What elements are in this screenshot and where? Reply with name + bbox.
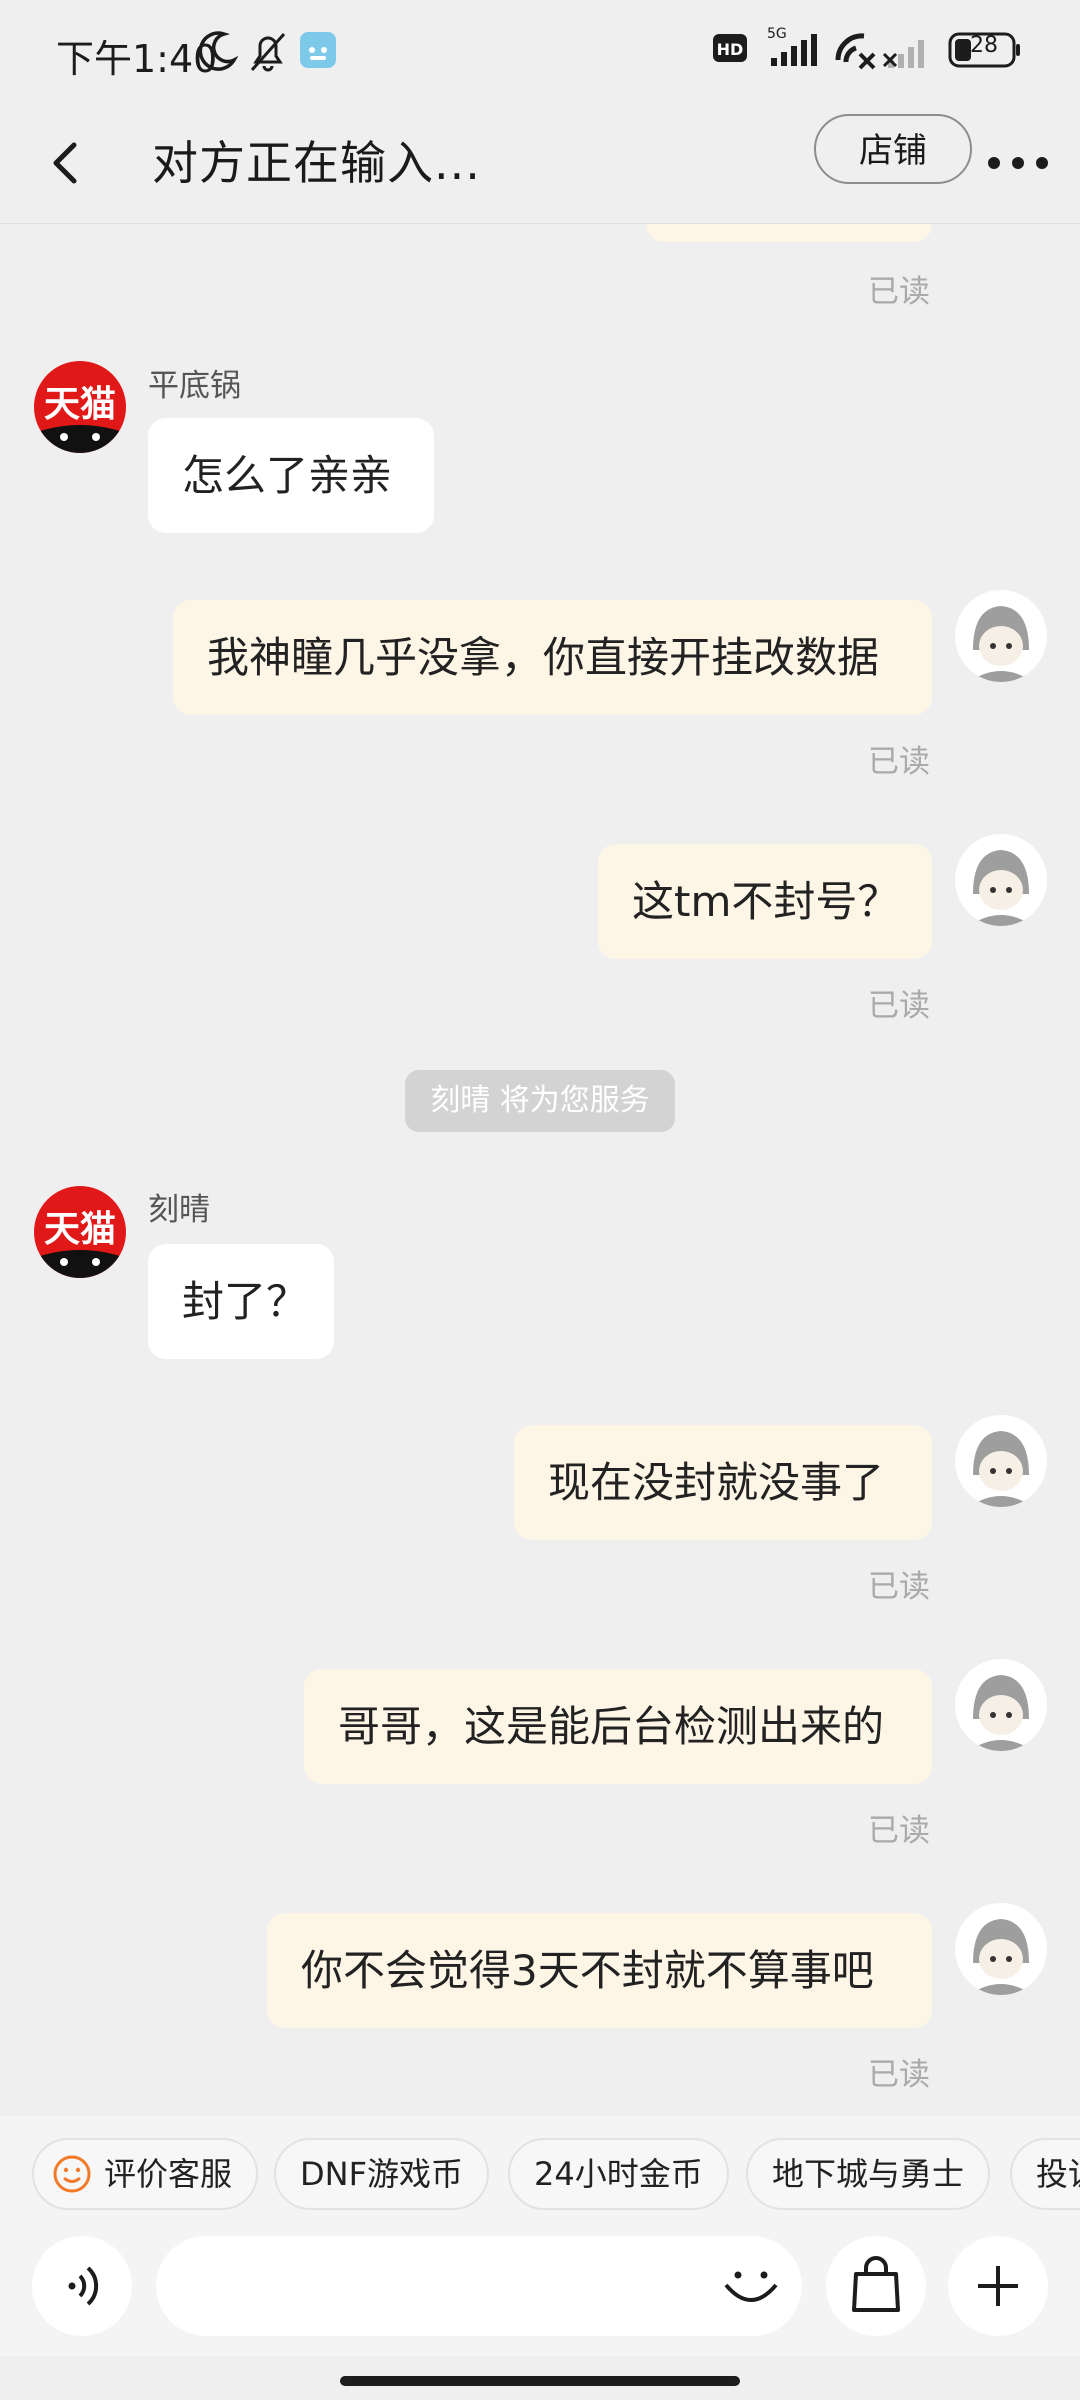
read-receipt: 已读 <box>868 1569 930 1605</box>
app-notification-icon <box>298 30 338 74</box>
voice-button[interactable] <box>32 2236 132 2336</box>
page-title: 对方正在输入... <box>152 136 481 190</box>
chip-dnf[interactable]: 地下城与勇士 <box>746 2138 991 2210</box>
read-receipt: 已读 <box>868 274 930 310</box>
chip-label: DNF游戏币 <box>300 2155 463 2193</box>
shopping-bag-button[interactable] <box>826 2236 926 2336</box>
chip-24h-gold[interactable]: 24小时金币 <box>508 2138 729 2210</box>
message-input[interactable] <box>156 2236 802 2336</box>
more-button[interactable] <box>978 123 1058 203</box>
signal-5g-icon: 5G <box>757 24 827 74</box>
back-button[interactable] <box>40 123 120 203</box>
add-button[interactable] <box>948 2236 1048 2336</box>
hd-icon: HD <box>712 30 748 70</box>
message-bubble[interactable]: 我神瞳几乎没拿，你直接开挂改数据 <box>173 600 932 715</box>
tmall-avatar[interactable]: 天猫 <box>34 361 126 453</box>
message-bubble[interactable]: 这tm不封号？ <box>598 844 932 959</box>
home-indicator[interactable] <box>340 2376 740 2386</box>
read-receipt: 已读 <box>868 744 930 780</box>
message-bubble-partial <box>646 224 932 242</box>
more-icon <box>988 157 1048 169</box>
moon-icon <box>198 30 239 78</box>
battery-icon: 28 <box>948 30 1022 74</box>
status-bar: 下午1:40 HD 5G 28 <box>0 0 1080 105</box>
read-receipt: 已读 <box>868 988 930 1024</box>
chevron-left-icon <box>53 142 77 184</box>
voice-icon <box>68 2266 99 2306</box>
chip-dnf-coin[interactable]: DNF游戏币 <box>274 2138 489 2210</box>
chat-area[interactable]: 已读 天猫 平底锅 怎么了亲亲 我神瞳几乎没拿，你直接开挂改数据 已读 这tm不… <box>0 224 1080 2116</box>
read-receipt: 已读 <box>868 2057 930 2093</box>
status-time: 下午1:40 <box>56 37 218 81</box>
chip-label: 24小时金币 <box>534 2155 703 2193</box>
message-bubble[interactable]: 怎么了亲亲 <box>148 418 434 533</box>
svg-text:5G: 5G <box>767 26 787 42</box>
chip-complaint[interactable]: 投诉 <box>1010 2138 1080 2210</box>
sender-name: 平底锅 <box>148 368 241 404</box>
user-avatar[interactable] <box>955 834 1047 926</box>
chip-label: 地下城与勇士 <box>772 2155 965 2193</box>
tmall-avatar[interactable]: 天猫 <box>34 1186 126 1278</box>
read-receipt: 已读 <box>868 1813 930 1849</box>
user-avatar[interactable] <box>955 1903 1047 1995</box>
message-bubble[interactable]: 封了？ <box>148 1244 334 1359</box>
plus-icon <box>978 2266 1018 2306</box>
chip-rate-service[interactable]: 评价客服 <box>32 2138 259 2210</box>
bell-off-icon <box>248 30 288 78</box>
system-notice: 刻晴 将为您服务 <box>405 1070 675 1132</box>
emoji-icon <box>724 2271 778 2302</box>
message-bubble[interactable]: 现在没封就没事了 <box>514 1425 932 1540</box>
user-avatar[interactable] <box>955 1659 1047 1751</box>
chat-header: 对方正在输入... 店铺 <box>0 105 1080 224</box>
sender-name: 刻晴 <box>148 1192 210 1228</box>
signal-icon <box>882 30 934 74</box>
shop-button[interactable]: 店铺 <box>814 114 972 184</box>
quick-reply-chips: 评价客服 DNF游戏币 24小时金币 地下城与勇士 投诉 <box>0 2116 1080 2234</box>
user-avatar[interactable] <box>955 590 1047 682</box>
battery-level: 28 <box>970 33 998 58</box>
input-bar <box>0 2234 1080 2356</box>
chip-label: 投诉 <box>1036 2155 1080 2193</box>
shopping-bag-icon <box>852 2256 900 2312</box>
svg-text:HD: HD <box>717 40 744 59</box>
message-bubble[interactable]: 哥哥，这是能后台检测出来的 <box>304 1669 932 1784</box>
user-avatar[interactable] <box>955 1415 1047 1507</box>
message-bubble[interactable]: 你不会觉得3天不封就不算事吧 <box>267 1913 932 2028</box>
smile-icon <box>53 2155 91 2193</box>
chip-label: 评价客服 <box>104 2155 233 2193</box>
wifi-off-icon <box>834 30 878 74</box>
